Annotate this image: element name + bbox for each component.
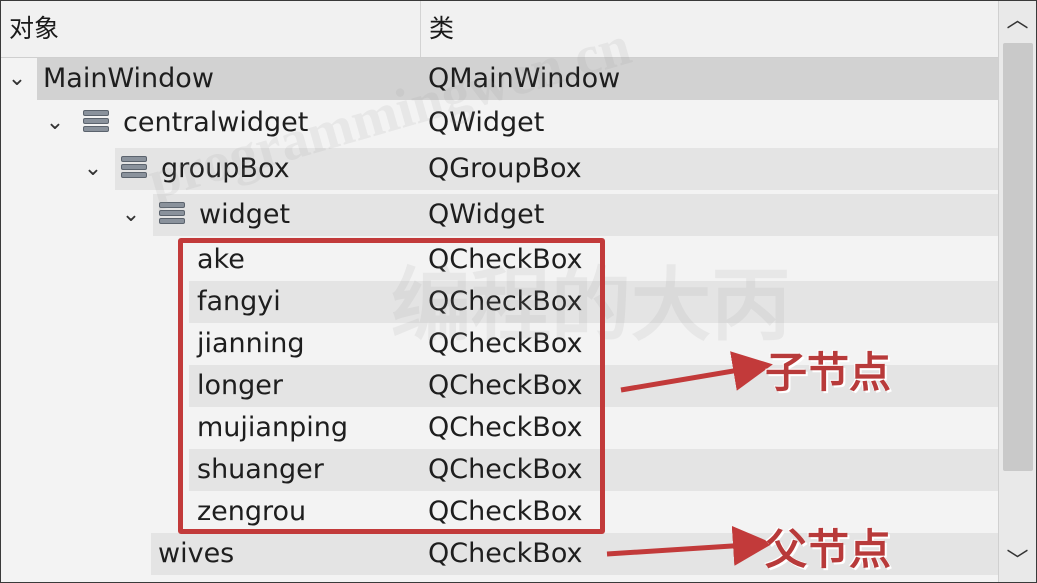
child-nodes-label: 子节点 [765, 348, 892, 397]
child-arrow [620, 351, 773, 393]
parent-arrow [606, 525, 773, 566]
object-inspector: 对象 类 ⌄ MainWindow QMainWindow ⌄ centralw… [0, 0, 1037, 583]
parent-node-label: 父节点 [765, 525, 892, 574]
annotation-arrows [606, 351, 773, 566]
chevron-down-icon[interactable]: ﹀ [999, 542, 1036, 582]
scrollbar-thumb[interactable] [1003, 43, 1033, 471]
vertical-scrollbar[interactable]: ︿ ﹀ [998, 1, 1036, 582]
chevron-up-icon[interactable]: ︿ [999, 1, 1036, 41]
